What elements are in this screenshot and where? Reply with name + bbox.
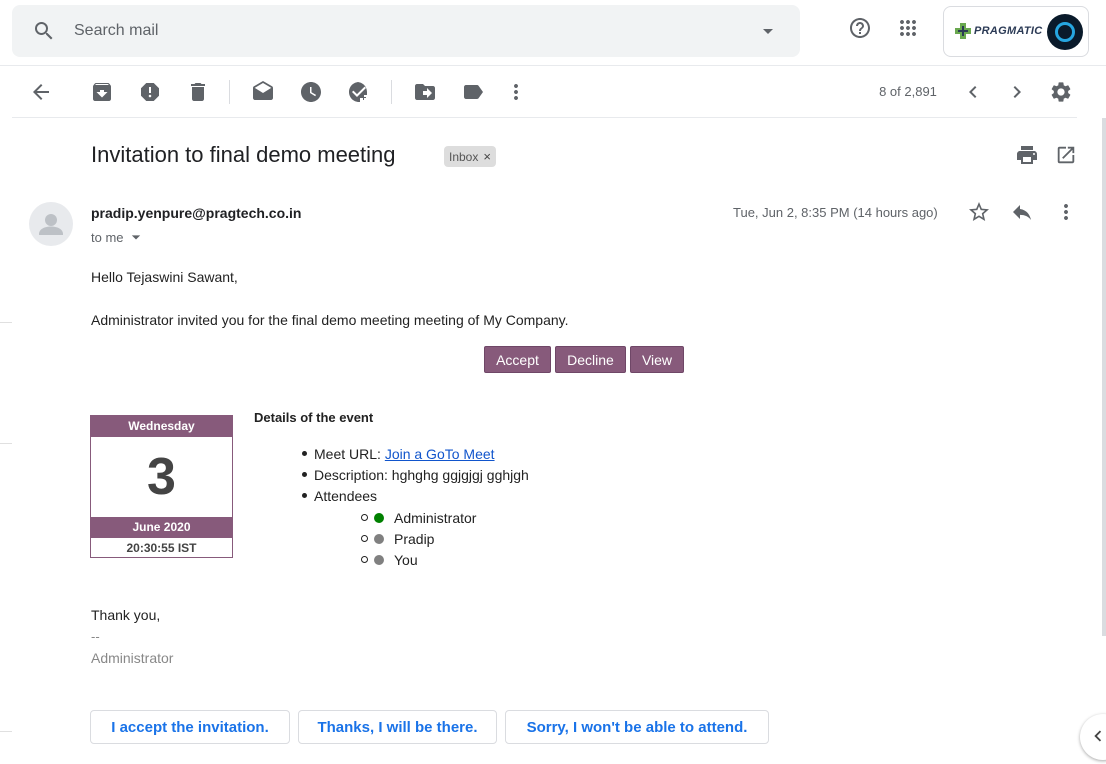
smart-reply-decline[interactable]: Sorry, I won't be able to attend. — [505, 710, 769, 744]
greeting-text: Hello Tejaswini Sawant, — [91, 269, 238, 285]
sender-email: pradip.yenpure@pragtech.co.in — [91, 205, 302, 221]
back-arrow-icon[interactable] — [29, 80, 53, 104]
inbox-label-chip[interactable]: Inbox × — [444, 146, 496, 167]
side-panel-edge — [0, 322, 12, 323]
attendee-name: Pradip — [394, 531, 435, 547]
attendees-label: Attendees — [314, 488, 378, 504]
mark-unread-icon[interactable] — [251, 80, 275, 104]
signature-separator: -- — [91, 629, 100, 644]
attendee-status-dot — [374, 555, 384, 565]
signoff-text: Thank you, — [91, 607, 161, 623]
report-spam-icon[interactable] — [138, 80, 162, 104]
event-calendar-card: Wednesday 3 June 2020 20:30:55 IST — [90, 415, 233, 558]
brand-name: PRAGMATIC — [974, 25, 1043, 37]
account-switcher[interactable]: PRAGMATIC — [943, 6, 1089, 57]
caret-down-icon[interactable] — [126, 227, 146, 247]
side-panel-edge — [0, 731, 12, 732]
print-icon[interactable] — [1015, 143, 1039, 167]
sub-bullet — [361, 556, 368, 563]
calendar-weekday: Wednesday — [91, 416, 232, 437]
view-button[interactable]: View — [630, 346, 684, 373]
recipient-details[interactable]: to me — [91, 227, 146, 247]
message-more-icon[interactable] — [1054, 200, 1078, 224]
label-text: Inbox — [449, 149, 479, 164]
calendar-month: June 2020 — [91, 517, 232, 538]
meet-url-item: Meet URL: Join a GoTo Meet — [314, 446, 495, 462]
more-vert-icon[interactable] — [504, 80, 528, 104]
move-to-icon[interactable] — [413, 80, 437, 104]
attendee-status-dot — [374, 513, 384, 523]
reply-icon[interactable] — [1010, 200, 1034, 224]
star-icon[interactable] — [967, 200, 991, 224]
accept-button[interactable]: Accept — [484, 346, 551, 373]
search-options-icon[interactable] — [756, 19, 780, 43]
attendee-status-dot — [374, 534, 384, 544]
meet-url-link[interactable]: Join a GoTo Meet — [385, 446, 495, 462]
side-panel-toggle[interactable] — [1080, 714, 1106, 760]
person-icon — [39, 214, 63, 235]
sub-bullet — [361, 535, 368, 542]
page-count: 8 of 2,891 — [879, 84, 937, 99]
bullet-dot — [302, 472, 307, 477]
intro-text: Administrator invited you for the final … — [91, 312, 569, 328]
chevron-left-icon[interactable] — [961, 80, 985, 104]
recipient-text: to me — [91, 229, 124, 245]
apps-grid-icon[interactable] — [896, 16, 920, 40]
help-icon[interactable] — [848, 16, 872, 40]
side-panel-edge — [0, 443, 12, 444]
snooze-icon[interactable] — [299, 80, 323, 104]
sender-avatar[interactable] — [29, 202, 73, 246]
scrollbar[interactable] — [1102, 118, 1106, 636]
delete-icon[interactable] — [186, 80, 210, 104]
decline-button[interactable]: Decline — [555, 346, 626, 373]
chevron-left-small-icon — [1087, 725, 1106, 747]
calendar-time: 20:30:55 IST — [126, 541, 197, 555]
message-subject: Invitation to final demo meeting — [91, 142, 396, 167]
calendar-day: 3 — [147, 448, 176, 506]
signature-text: Administrator — [91, 650, 174, 666]
brand-logo: PRAGMATIC — [954, 22, 1043, 40]
attendee-name: You — [394, 552, 418, 568]
remove-label-icon[interactable]: × — [483, 149, 491, 164]
attendee-name: Administrator — [394, 510, 477, 526]
search-input[interactable] — [74, 19, 714, 43]
open-new-window-icon[interactable] — [1055, 144, 1077, 166]
smart-reply-accept[interactable]: I accept the invitation. — [90, 710, 290, 744]
add-task-icon[interactable] — [347, 80, 371, 104]
brand-mark-icon — [955, 23, 971, 39]
description-item: Description: hghghg ggjgjgj gghjgh — [314, 467, 529, 483]
toolbar-separator — [229, 80, 230, 104]
sub-bullet — [361, 514, 368, 521]
settings-gear-icon[interactable] — [1049, 80, 1073, 104]
meet-url-label: Meet URL: — [314, 446, 381, 462]
header-divider — [0, 65, 1106, 66]
bullet-dot — [302, 493, 307, 498]
archive-icon[interactable] — [90, 80, 114, 104]
label-icon[interactable] — [461, 80, 485, 104]
toolbar-divider — [12, 117, 1077, 118]
account-avatar[interactable] — [1047, 14, 1083, 50]
toolbar-separator — [391, 80, 392, 104]
chevron-right-icon[interactable] — [1005, 80, 1029, 104]
message-date: Tue, Jun 2, 8:35 PM (14 hours ago) — [733, 205, 938, 220]
search-bar[interactable] — [12, 5, 800, 57]
event-details-title: Details of the event — [254, 410, 374, 425]
search-icon[interactable] — [32, 19, 56, 43]
bullet-dot — [302, 451, 307, 456]
smart-reply-thanks[interactable]: Thanks, I will be there. — [298, 710, 497, 744]
